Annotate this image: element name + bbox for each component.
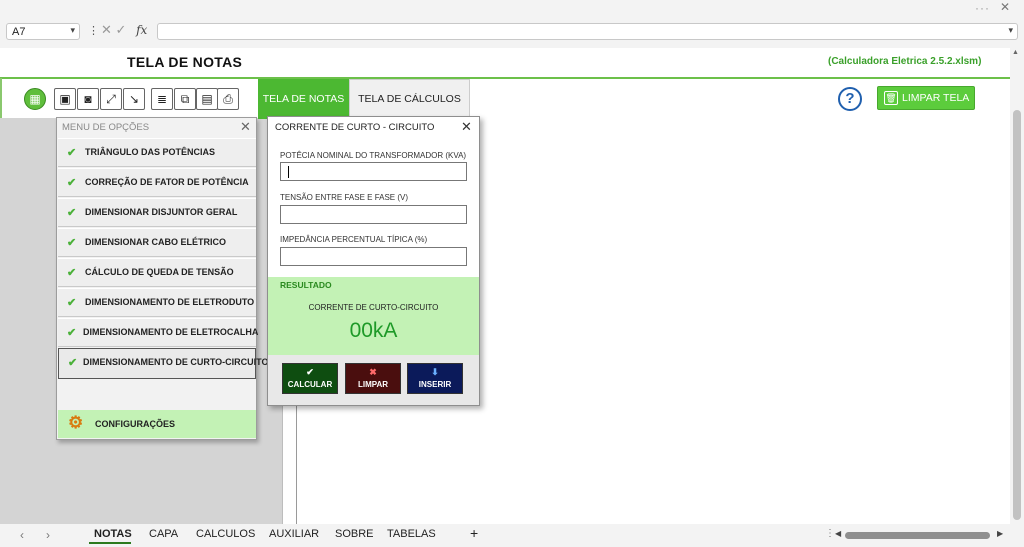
- menu-item-label: CÁLCULO DE QUEDA DE TENSÃO: [85, 267, 234, 277]
- text-caret: [288, 166, 289, 178]
- cancel-icon[interactable]: ✕: [101, 22, 112, 37]
- more-tabs-icon[interactable]: ⋮: [825, 528, 835, 539]
- result-label: CORRENTE DE CURTO-CIRCUITO: [308, 303, 439, 312]
- tab-tela-de-notas[interactable]: TELA DE NOTAS: [258, 79, 349, 119]
- name-box-value: A7: [12, 26, 26, 38]
- file-name: (Calculadora Eletrica 2.5.2.xlsm): [828, 56, 982, 67]
- save-as-icon[interactable]: ◙: [77, 88, 99, 110]
- check-icon: ✔: [67, 267, 77, 279]
- insert-button[interactable]: ⬇ INSERIR: [407, 363, 463, 394]
- chevron-down-icon[interactable]: ▾: [70, 25, 75, 36]
- result-value: 00kA: [349, 319, 398, 342]
- tab-tela-de-calculos[interactable]: TELA DE CÁLCULOS: [349, 79, 470, 119]
- menu-item-correcao-fator[interactable]: ✔ CORREÇÃO DE FATOR DE POTÊNCIA: [58, 168, 256, 197]
- sheet-tab-tabelas[interactable]: TABELAS: [387, 528, 436, 540]
- chevron-down-icon[interactable]: ▾: [1008, 25, 1013, 36]
- transformer-power-input[interactable]: [280, 162, 467, 181]
- clear-label: LIMPAR: [357, 380, 389, 389]
- settings-button[interactable]: ⚙ CONFIGURAÇÕES: [58, 410, 256, 438]
- confirm-icon[interactable]: ✓: [116, 22, 127, 37]
- insert-label: INSERIR: [418, 380, 452, 389]
- menu-item-cabo-eletrico[interactable]: ✔ DIMENSIONAR CABO ELÉTRICO: [58, 228, 256, 257]
- function-icon[interactable]: fx: [136, 23, 147, 37]
- sheet-tab-capa[interactable]: CAPA: [149, 528, 178, 540]
- check-icon: ✔: [67, 237, 77, 249]
- settings-label: CONFIGURAÇÕES: [95, 419, 176, 429]
- impedance-input[interactable]: [280, 247, 467, 266]
- gear-icon: ⚙: [68, 413, 84, 432]
- document-icon[interactable]: ≣: [151, 88, 173, 110]
- pdf-icon[interactable]: ▤: [196, 88, 218, 110]
- menu-item-curto-circuito[interactable]: ✔ DIMENSIONAMENTO DE CURTO-CIRCUITO: [58, 348, 269, 379]
- help-icon[interactable]: ?: [838, 87, 862, 111]
- check-icon: ✔: [68, 357, 78, 369]
- window-close-icon[interactable]: ✕: [1000, 0, 1010, 14]
- chevron-right-icon[interactable]: ›: [46, 528, 50, 542]
- check-icon: ✔: [67, 177, 77, 189]
- menu-item-disjuntor-geral[interactable]: ✔ DIMENSIONAR DISJUNTOR GERAL: [58, 198, 256, 227]
- name-box[interactable]: A7 ▾: [6, 23, 80, 40]
- vertical-scroll-thumb[interactable]: [1013, 110, 1021, 520]
- close-icon[interactable]: ✕: [461, 119, 472, 135]
- vertical-ellipsis-icon: ⋮: [88, 25, 99, 37]
- horizontal-scroll-thumb[interactable]: [845, 532, 990, 539]
- expand-icon[interactable]: ⤢: [100, 88, 122, 110]
- impedance-label: IMPEDÂNCIA PERCENTUAL TÍPICA (%): [280, 235, 428, 244]
- menu-item-label: DIMENSIONAR CABO ELÉTRICO: [85, 237, 227, 247]
- formula-buttons: ✕ ✓ fx: [101, 22, 147, 38]
- scroll-right-icon[interactable]: ▶: [997, 529, 1003, 538]
- transformer-power-label: POTÊCIA NOMINAL DO TRANSFORMADOR (KVA): [280, 151, 467, 160]
- check-icon: ✔: [67, 147, 77, 159]
- menu-item-label: CORREÇÃO DE FATOR DE POTÊNCIA: [85, 177, 249, 187]
- save-icon[interactable]: ▣: [54, 88, 76, 110]
- menu-title: MENU DE OPÇÕES: [62, 122, 150, 133]
- check-icon: ✔: [306, 367, 314, 377]
- menu-item-label: DIMENSIONAMENTO DE ELETROCALHA: [83, 327, 259, 337]
- page-title: TELA DE NOTAS: [127, 54, 243, 70]
- more-options-icon[interactable]: ···: [975, 1, 990, 15]
- x-icon: ✖: [369, 367, 377, 377]
- dialog-title: CORRENTE DE CURTO - CIRCUITO: [275, 122, 435, 133]
- calculator-icon[interactable]: ▦: [24, 88, 46, 110]
- clear-button[interactable]: ✖ LIMPAR: [345, 363, 401, 394]
- menu-item-triangulo-potencias[interactable]: ✔ TRIÂNGULO DAS POTÊNCIAS: [58, 138, 256, 167]
- menu-item-queda-tensao[interactable]: ✔ CÁLCULO DE QUEDA DE TENSÃO: [58, 258, 256, 287]
- sheet-tab-auxiliar[interactable]: AUXILIAR: [269, 528, 319, 540]
- copy-icon[interactable]: ⧉: [174, 88, 196, 110]
- chevron-left-icon[interactable]: ‹: [20, 528, 24, 542]
- calculate-button[interactable]: ✔ CALCULAR: [282, 363, 338, 394]
- check-icon: ✔: [67, 297, 77, 309]
- window-title-bar: [0, 0, 1024, 18]
- check-icon: ✔: [67, 207, 77, 219]
- scroll-left-icon[interactable]: ◀: [835, 529, 841, 538]
- result-heading: RESULTADO: [280, 280, 332, 290]
- sheet-tab-calculos[interactable]: CALCULOS: [196, 528, 255, 540]
- sheet-tab-notas[interactable]: NOTAS: [94, 528, 132, 540]
- menu-item-label: DIMENSIONAMENTO DE CURTO-CIRCUITO: [83, 357, 269, 367]
- phase-voltage-input[interactable]: [280, 205, 467, 224]
- close-icon[interactable]: ✕: [240, 119, 251, 135]
- check-icon: ✔: [67, 327, 77, 339]
- print-icon[interactable]: ⎙: [217, 88, 239, 110]
- import-icon[interactable]: ↘: [123, 88, 145, 110]
- menu-item-eletrocalha[interactable]: ✔ DIMENSIONAMENTO DE ELETROCALHA: [58, 318, 259, 347]
- add-sheet-icon[interactable]: +: [470, 525, 478, 541]
- active-tab-indicator: [89, 542, 131, 544]
- menu-item-eletroduto[interactable]: ✔ DIMENSIONAMENTO DE ELETRODUTO: [58, 288, 256, 317]
- formula-input[interactable]: ▾: [157, 23, 1018, 40]
- sheet-tab-sobre[interactable]: SOBRE: [335, 528, 374, 540]
- scroll-up-icon[interactable]: ▲: [1012, 49, 1019, 56]
- header-divider: [0, 77, 1010, 79]
- clear-screen-label: LIMPAR TELA: [902, 92, 970, 104]
- arrow-down-icon: ⬇: [431, 367, 439, 377]
- menu-item-label: DIMENSIONAR DISJUNTOR GERAL: [85, 207, 238, 217]
- trash-icon: 🗑: [884, 91, 898, 105]
- clear-screen-button[interactable]: 🗑 LIMPAR TELA: [877, 86, 975, 110]
- notes-border-line: [296, 386, 297, 524]
- menu-item-label: TRIÂNGULO DAS POTÊNCIAS: [85, 147, 216, 157]
- phase-voltage-label: TENSÃO ENTRE FASE E FASE (V): [280, 193, 409, 202]
- calculate-label: CALCULAR: [287, 380, 333, 389]
- menu-item-label: DIMENSIONAMENTO DE ELETRODUTO: [85, 297, 255, 307]
